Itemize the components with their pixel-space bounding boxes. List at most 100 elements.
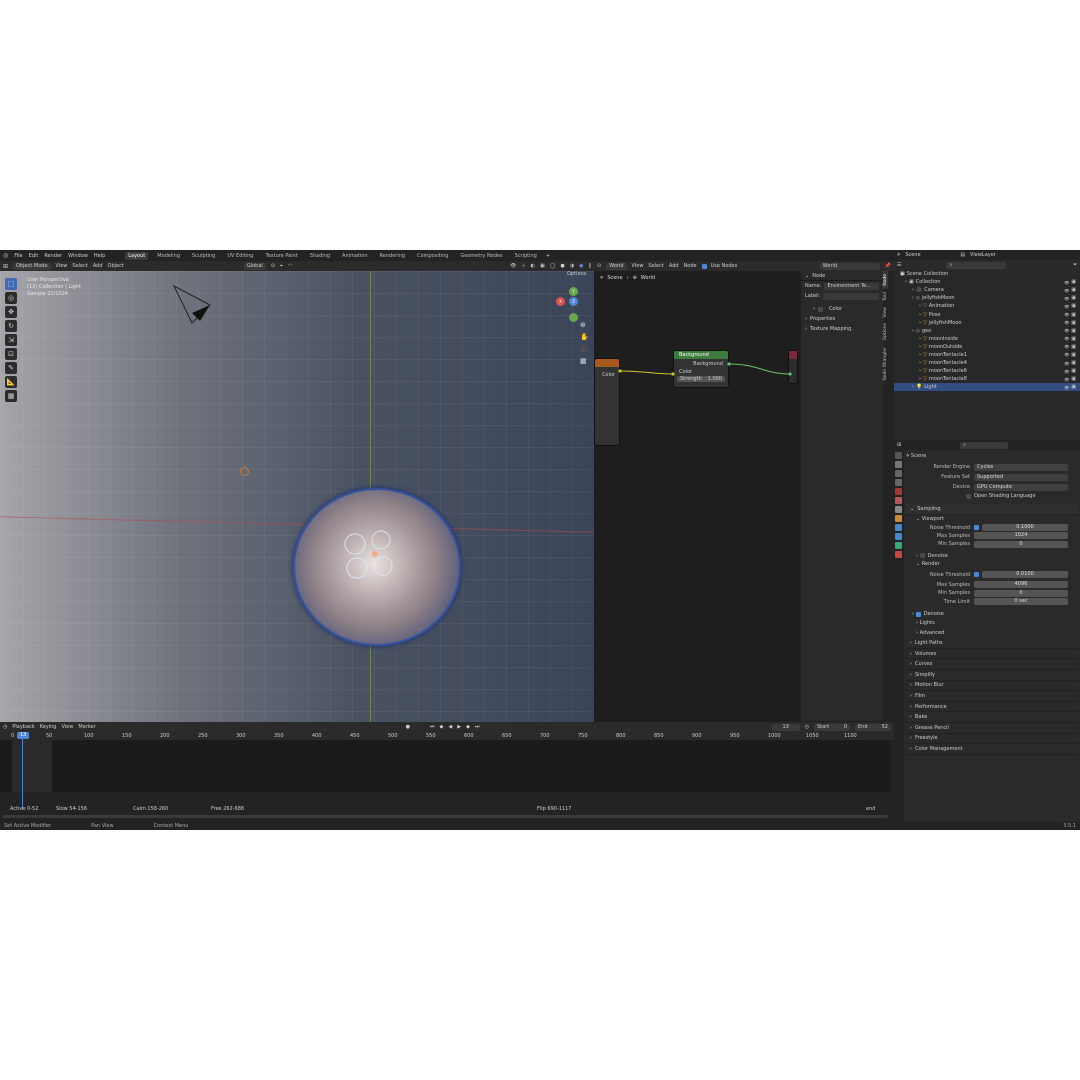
visibility-eye-icon[interactable]: 👁 [1064,304,1069,309]
menu-help[interactable]: Help [94,253,105,259]
outliner-search-input[interactable]: ⌕ [946,261,1007,269]
r-min-samples-field[interactable]: 0 [974,589,1068,597]
pause-render-icon[interactable]: ‖ [589,263,592,269]
transform-orientation-dropdown[interactable]: Global [243,262,266,270]
outliner-item[interactable]: › ▽ moonTentacle6 👁 ▣ [894,367,1080,375]
panel-curves[interactable]: › Curves [906,659,1078,671]
panel-simplify[interactable]: › Simplify [906,670,1078,681]
r-max-samples-field[interactable]: 4096 [974,581,1068,589]
marker-menu[interactable]: Marker [78,724,95,730]
shading-wireframe-icon[interactable]: ◯ [550,263,556,269]
menu-view[interactable]: View [56,263,68,269]
editor-type-icon[interactable]: ⊞ [3,263,8,270]
visibility-eye-icon[interactable]: 👁 [1064,320,1069,325]
sampling-panel[interactable]: ⌄ Sampling [906,504,1078,515]
vp-noise-checkbox[interactable] [974,525,979,531]
tab-layout[interactable]: Layout [125,251,149,260]
timeline-editor-icon[interactable]: ◷ [3,724,7,730]
camera-view-icon[interactable]: 🎥 [580,345,589,353]
collection-tab-icon[interactable] [895,506,902,513]
grid-view-icon[interactable]: ▦ [580,357,589,365]
panel-film[interactable]: › Film [906,691,1078,702]
expand-arrow-icon[interactable]: › [919,303,921,309]
timeline-marker[interactable]: Slow 54-156 [56,806,87,812]
gizmo-toggle-icon[interactable]: ⊹ [521,263,525,269]
move-tool-icon[interactable]: ✥ [5,306,17,318]
camera-object[interactable] [170,283,215,328]
render-toggle-icon[interactable]: ▣ [1071,376,1080,382]
cursor-tool-icon[interactable]: ◎ [5,292,17,304]
r-denoise-checkbox[interactable] [915,611,921,617]
xray-icon[interactable]: ▣ [540,263,545,269]
tab-compositing[interactable]: Compositing [414,252,451,260]
render-toggle-icon[interactable]: ▣ [1071,303,1080,309]
playback-menu[interactable]: Playback [12,724,34,730]
expand-arrow-icon[interactable]: › [919,376,921,382]
record-icon[interactable]: ● [406,724,410,730]
expand-arrow-icon[interactable]: › [919,360,921,366]
modifier-tab-icon[interactable] [895,524,902,531]
gizmo-z-axis[interactable]: Z [569,297,578,306]
feature-set-dropdown[interactable]: Supported [974,473,1068,481]
select-tool-icon[interactable]: ⬚ [5,278,17,290]
vp-denoise-row[interactable]: › Denoise [906,552,1078,560]
osl-checkbox[interactable] [966,493,971,499]
outliner-item[interactable]: › ▽ moonOutside 👁 ▣ [894,343,1080,351]
outliner-item[interactable]: › ▽ jellyfishMoon 👁 ▣ [894,319,1080,327]
vp-max-samples-field[interactable]: 1024 [974,532,1068,540]
view-layer-tab-icon[interactable] [895,479,902,486]
expand-arrow-icon[interactable]: › [919,352,921,358]
expand-arrow-icon[interactable]: › [919,312,921,318]
lights-subpanel[interactable]: › Lights [906,618,1078,628]
node-name-field[interactable]: Environment Te... [824,282,879,290]
use-nodes-checkbox[interactable] [701,263,707,269]
tab-texture-paint[interactable]: Texture Paint [262,252,300,260]
render-toggle-icon[interactable]: ▣ [1071,344,1080,350]
outliner-item[interactable]: › ▽ moonTentacle8 👁 ▣ [894,375,1080,383]
visibility-eye-icon[interactable]: 👁 [1064,344,1069,349]
expand-arrow-icon[interactable]: › [919,320,921,326]
render-toggle-icon[interactable]: ▣ [1071,368,1080,374]
output-tab-icon[interactable] [895,470,902,477]
panel-grease-pencil[interactable]: › Grease Pencil [906,723,1078,734]
add-cube-tool-icon[interactable]: ▦ [5,390,17,402]
scene-selector[interactable]: Scene [905,252,955,258]
outliner-item[interactable]: › ◇ geo 👁 ▣ [894,327,1080,335]
view-layer-selector[interactable]: ViewLayer [970,252,996,258]
tab-geometry-nodes[interactable]: Geometry Nodes [457,252,505,260]
node-editor-type-icon[interactable]: ⊙ [597,263,601,269]
tab-view[interactable]: View [883,304,888,321]
end-frame-field[interactable]: End 52 [855,723,891,731]
timeline-track-area[interactable] [0,740,890,792]
scale-tool-icon[interactable]: ⇲ [5,334,17,346]
visibility-eye-icon[interactable]: 👁 [1064,377,1069,382]
menu-add[interactable]: Add [93,263,103,269]
outliner-root[interactable]: ▣ Scene Collection [894,270,1080,278]
overlays-icon[interactable]: ◐ [531,263,535,269]
visibility-icon[interactable]: 👁 [510,263,516,269]
panel-freestyle[interactable]: › Freestyle [906,734,1078,745]
shading-solid-icon[interactable]: ● [560,263,564,269]
vp-noise-threshold-field[interactable]: 0.1000 [982,524,1068,532]
particles-tab-icon[interactable] [895,533,902,540]
outliner-item[interactable]: › 🎥 Camera 👁 ▣ [894,286,1080,294]
timeline-ruler[interactable]: 0 50 100 150 200 250 300 350 400 450 500 550 600 650 7… [0,732,894,740]
scene-tab-icon[interactable] [895,488,902,495]
node-section-header[interactable]: ⌄ Node [801,271,883,281]
vp-denoise-checkbox[interactable] [919,553,925,559]
panel-light-paths[interactable]: › Light Paths [906,638,1078,649]
visibility-eye-icon[interactable]: 👁 [1064,280,1069,285]
visibility-eye-icon[interactable]: 👁 [1064,336,1069,341]
shader-type-dropdown[interactable]: World [606,262,627,270]
expand-arrow-icon[interactable]: › [919,336,921,342]
expand-arrow-icon[interactable]: › [912,287,914,293]
r-time-limit-field[interactable]: 0 sec [974,598,1068,606]
render-toggle-icon[interactable]: ▣ [1071,328,1080,334]
expand-arrow-icon[interactable]: › [912,328,914,334]
menu-object[interactable]: Object [108,263,124,269]
expand-arrow-icon[interactable]: › [905,279,907,285]
gizmo-x-axis[interactable]: X [556,297,565,306]
visibility-eye-icon[interactable]: 👁 [1064,312,1069,317]
tab-rendering[interactable]: Rendering [377,252,409,260]
outliner-item[interactable]: › ▽ Animation 👁 ▣ [894,302,1080,310]
